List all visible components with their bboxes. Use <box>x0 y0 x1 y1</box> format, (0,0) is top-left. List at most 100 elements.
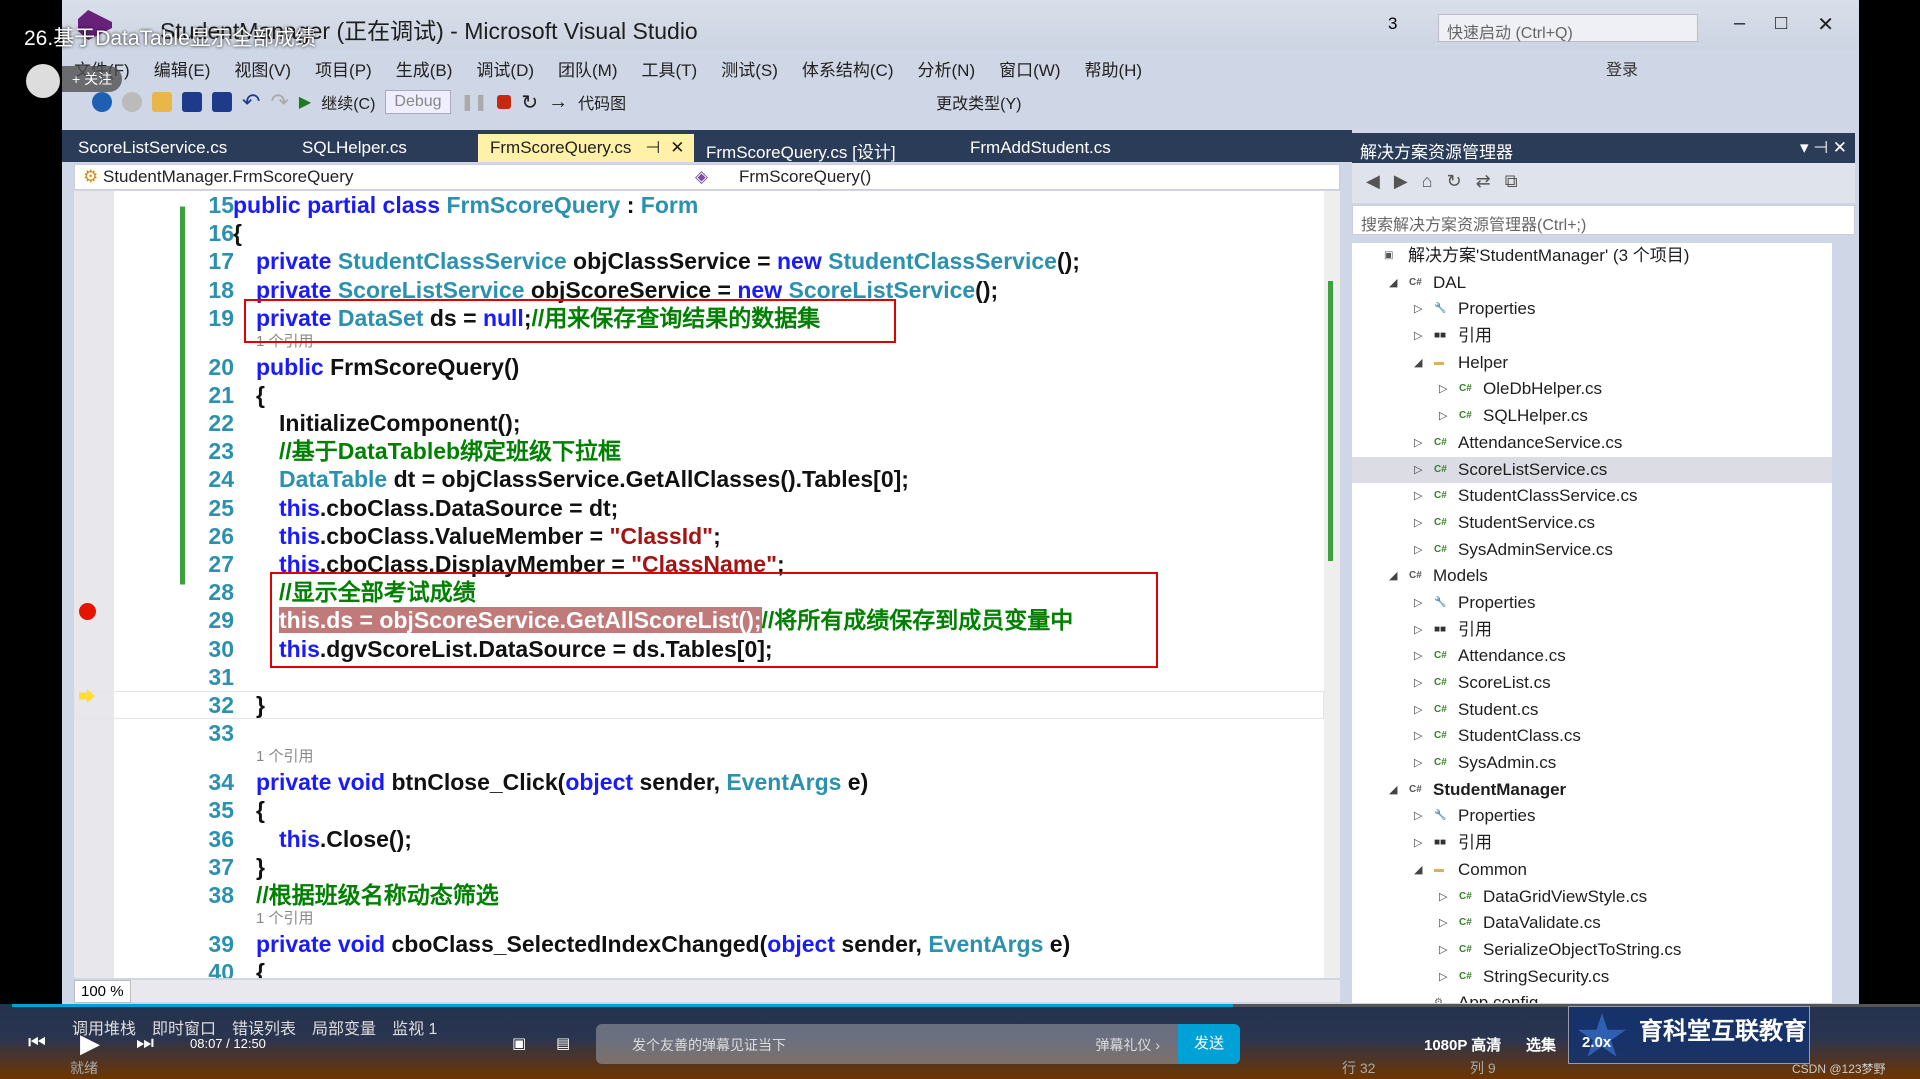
code-line[interactable]: 40 { <box>74 958 1324 978</box>
expand-icon[interactable]: ▷ <box>1414 430 1422 456</box>
step-icon[interactable]: → <box>548 91 568 114</box>
menu-item[interactable]: 工具(T) <box>630 52 710 82</box>
tree-item[interactable]: ▷ C# StudentClassService.cs <box>1352 483 1832 510</box>
menu-item[interactable]: 体系结构(C) <box>790 52 906 82</box>
minimize-icon[interactable]: – <box>1734 12 1745 37</box>
danmaku-etiquette-link[interactable]: 弹幕礼仪 › <box>1095 1035 1160 1055</box>
next-icon[interactable]: ⏭ <box>136 1032 154 1055</box>
config-dropdown[interactable]: Debug <box>385 90 451 114</box>
expand-icon[interactable]: ▷ <box>1414 830 1422 856</box>
expand-icon[interactable]: ▷ <box>1439 910 1447 936</box>
follow-button[interactable]: + 关注 <box>62 66 123 92</box>
pin-icon[interactable]: ⊣ <box>645 138 660 157</box>
tree-item[interactable]: ◢ C# StudentManager <box>1352 777 1832 804</box>
tree-item[interactable]: ▷ C# OleDbHelper.cs <box>1352 376 1832 403</box>
code-line[interactable]: 35 { <box>74 796 1324 824</box>
tree-item[interactable]: ▷ ■■ 引用 <box>1352 617 1832 644</box>
code-line[interactable]: 21 { <box>74 381 1324 409</box>
home-icon[interactable]: ◀▶⌂↻⇄⧉ <box>1366 171 1532 192</box>
close-tab-icon[interactable]: ✕ <box>670 138 684 157</box>
quality-button[interactable]: 1080P 高清 <box>1424 1034 1501 1055</box>
tab-frmscorequery[interactable]: FrmScoreQuery.cs ⊣ ✕ <box>478 134 694 162</box>
collapse-icon[interactable]: ◢ <box>1389 270 1397 296</box>
danmaku-settings-icon[interactable]: ▤ <box>556 1034 570 1052</box>
tree-item[interactable]: ▷ C# Student.cs <box>1352 697 1832 724</box>
expand-icon[interactable]: ▷ <box>1414 323 1422 349</box>
tree-item[interactable]: ▷ C# ScoreList.cs <box>1352 670 1832 697</box>
expand-icon[interactable]: ▷ <box>1414 296 1422 322</box>
menu-item[interactable]: 调试(D) <box>464 52 546 82</box>
expand-icon[interactable]: ▷ <box>1414 643 1422 669</box>
tree-item[interactable]: ▣ 解决方案'StudentManager' (3 个项目) <box>1352 243 1832 270</box>
collapse-icon[interactable]: ◢ <box>1414 350 1422 376</box>
tree-item[interactable]: ◢ C# DAL <box>1352 270 1832 297</box>
pause-icon[interactable]: ❚❚ <box>461 92 488 112</box>
code-line[interactable]: 36 this.Close(); <box>74 825 1324 853</box>
solution-search-input[interactable]: 搜索解决方案资源管理器(Ctrl+;) <box>1352 205 1855 235</box>
login-link[interactable]: 登录 <box>1606 56 1638 80</box>
window-controls[interactable]: – □ ✕ <box>1734 12 1834 37</box>
tree-item[interactable]: ▷ C# StudentService.cs <box>1352 510 1832 537</box>
code-line[interactable]: 20 public FrmScoreQuery() <box>74 353 1324 381</box>
menu-item[interactable]: 生成(B) <box>384 52 465 82</box>
expand-icon[interactable]: ▷ <box>1414 537 1422 563</box>
code-line[interactable]: 17 private StudentClassService objClassSe… <box>74 247 1324 275</box>
tree-item[interactable]: ▷ C# StudentClass.cs <box>1352 723 1832 750</box>
bottom-tab[interactable]: 监视 1 <box>392 1015 437 1039</box>
tree-item[interactable]: ▷ C# Attendance.cs <box>1352 643 1832 670</box>
tree-item[interactable]: ⚙ App.config <box>1352 990 1832 1003</box>
notification-count[interactable]: 3 <box>1388 14 1397 34</box>
tree-item[interactable]: ▷ C# DataValidate.cs <box>1352 910 1832 937</box>
episodes-button[interactable]: 选集 <box>1526 1034 1556 1055</box>
bottom-tab[interactable]: 局部变量 <box>312 1015 376 1039</box>
tab-sqlhelper[interactable]: SQLHelper.cs <box>290 134 419 162</box>
continue-button[interactable]: 继续(C) <box>321 90 375 114</box>
code-line[interactable]: 39 private void cboClass_SelectedIndexCha… <box>74 930 1324 958</box>
member-dropdown[interactable]: FrmScoreQuery() <box>739 167 871 187</box>
change-type-button[interactable]: 更改类型(Y) <box>936 90 1021 114</box>
tree-item[interactable]: ▷ C# SysAdminService.cs <box>1352 537 1832 564</box>
menu-item[interactable]: 分析(N) <box>906 52 988 82</box>
stop-icon[interactable] <box>497 95 512 109</box>
tree-item[interactable]: ▷ 🔧 Properties <box>1352 296 1832 323</box>
expand-icon[interactable]: ▷ <box>1439 376 1447 402</box>
tab-frmscorequery-design[interactable]: FrmScoreQuery.cs [设计] <box>694 134 908 162</box>
previous-icon[interactable]: ⏮ <box>28 1032 46 1055</box>
close-icon[interactable]: ✕ <box>1817 12 1834 37</box>
danmaku-toggle-icon[interactable]: ▣ <box>512 1034 526 1052</box>
play-icon[interactable]: ▶ <box>80 1028 100 1059</box>
tree-item[interactable]: ▷ ■■ 引用 <box>1352 323 1832 350</box>
expand-icon[interactable]: ▷ <box>1439 964 1447 990</box>
tree-item[interactable]: ▷ C# AttendanceService.cs <box>1352 430 1832 457</box>
editor-scrollbar[interactable] <box>1324 191 1340 978</box>
code-line[interactable]: 25 this.cboClass.DataSource = dt; <box>74 494 1324 522</box>
collapse-icon[interactable]: ◢ <box>1389 777 1397 803</box>
menu-item[interactable]: 团队(M) <box>546 52 629 82</box>
code-line[interactable]: 37} <box>74 853 1324 881</box>
undo-icon[interactable]: ↶ <box>242 89 260 115</box>
code-line[interactable]: 32} <box>74 691 1324 719</box>
expand-icon[interactable]: ▷ <box>1439 937 1447 963</box>
class-dropdown[interactable]: StudentManager.FrmScoreQuery <box>103 167 353 187</box>
code-line[interactable]: 34 private void btnClose_Click(object sen… <box>74 768 1324 796</box>
code-line[interactable]: 33 <box>74 719 1324 747</box>
code-editor[interactable]: 15 public partial class FrmScoreQuery : F… <box>74 191 1324 978</box>
tree-item[interactable]: ◢ C# Models <box>1352 563 1832 590</box>
speed-button[interactable]: 2.0x <box>1582 1034 1611 1051</box>
code-line[interactable]: 23 //基于DataTableb绑定班级下拉框 <box>74 437 1324 465</box>
zoom-dropdown[interactable]: 100 % <box>74 980 131 1003</box>
tree-item[interactable]: ▷ C# StringSecurity.cs <box>1352 964 1832 991</box>
breakpoint-icon[interactable] <box>79 603 96 620</box>
uploader-avatar[interactable] <box>26 64 60 98</box>
expand-icon[interactable]: ▷ <box>1414 617 1422 643</box>
continue-icon[interactable]: ▶ <box>299 92 311 112</box>
quick-launch-input[interactable]: 快速启动 (Ctrl+Q) <box>1438 14 1698 42</box>
collapse-icon[interactable]: ◢ <box>1389 563 1397 589</box>
save-icon[interactable] <box>182 92 202 112</box>
expand-icon[interactable]: ▷ <box>1414 510 1422 536</box>
tree-item[interactable]: ◢ ▬ Common <box>1352 857 1832 884</box>
code-line[interactable]: 15 public partial class FrmScoreQuery : F… <box>74 191 1324 219</box>
menu-item[interactable]: 帮助(H) <box>1072 52 1154 82</box>
expand-icon[interactable]: ▷ <box>1414 670 1422 696</box>
tab-scorelistservice[interactable]: ScoreListService.cs <box>66 134 239 162</box>
